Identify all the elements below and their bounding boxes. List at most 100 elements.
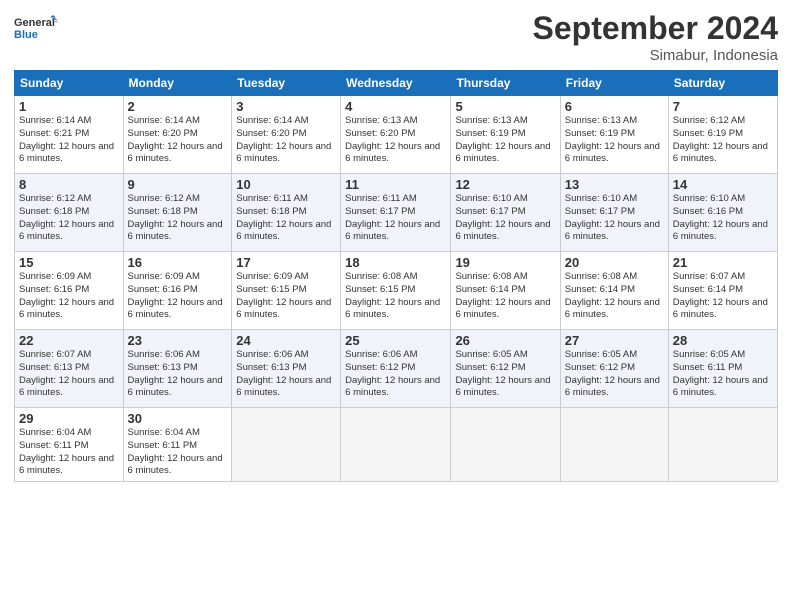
header: General Blue September 2024 Simabur, Ind… — [14, 10, 778, 64]
day-number: 19 — [455, 255, 555, 270]
day-number: 2 — [128, 99, 228, 114]
logo: General Blue — [14, 10, 59, 50]
day-number: 24 — [236, 333, 336, 348]
day-info: Sunrise: 6:13 AMSunset: 6:20 PMDaylight:… — [345, 115, 440, 164]
table-row: 18 Sunrise: 6:08 AMSunset: 6:15 PMDaylig… — [341, 252, 451, 330]
calendar-row: 1 Sunrise: 6:14 AMSunset: 6:21 PMDayligh… — [15, 96, 778, 174]
day-info: Sunrise: 6:10 AMSunset: 6:17 PMDaylight:… — [455, 193, 550, 242]
day-number: 26 — [455, 333, 555, 348]
day-info: Sunrise: 6:04 AMSunset: 6:11 PMDaylight:… — [19, 427, 114, 476]
day-info: Sunrise: 6:09 AMSunset: 6:16 PMDaylight:… — [19, 271, 114, 320]
table-row: 11 Sunrise: 6:11 AMSunset: 6:17 PMDaylig… — [341, 174, 451, 252]
table-row — [232, 408, 341, 482]
day-info: Sunrise: 6:08 AMSunset: 6:14 PMDaylight:… — [565, 271, 660, 320]
day-info: Sunrise: 6:09 AMSunset: 6:15 PMDaylight:… — [236, 271, 331, 320]
day-number: 9 — [128, 177, 228, 192]
table-row: 13 Sunrise: 6:10 AMSunset: 6:17 PMDaylig… — [560, 174, 668, 252]
day-number: 15 — [19, 255, 119, 270]
calendar-row: 22 Sunrise: 6:07 AMSunset: 6:13 PMDaylig… — [15, 330, 778, 408]
day-info: Sunrise: 6:05 AMSunset: 6:12 PMDaylight:… — [565, 349, 660, 398]
title-block: September 2024 Simabur, Indonesia — [533, 10, 778, 64]
calendar-body: 1 Sunrise: 6:14 AMSunset: 6:21 PMDayligh… — [15, 96, 778, 482]
calendar-table: Sunday Monday Tuesday Wednesday Thursday… — [14, 70, 778, 482]
table-row — [668, 408, 777, 482]
day-info: Sunrise: 6:08 AMSunset: 6:15 PMDaylight:… — [345, 271, 440, 320]
day-number: 13 — [565, 177, 664, 192]
table-row: 7 Sunrise: 6:12 AMSunset: 6:19 PMDayligh… — [668, 96, 777, 174]
day-info: Sunrise: 6:12 AMSunset: 6:19 PMDaylight:… — [673, 115, 768, 164]
day-number: 10 — [236, 177, 336, 192]
day-info: Sunrise: 6:04 AMSunset: 6:11 PMDaylight:… — [128, 427, 223, 476]
table-row: 25 Sunrise: 6:06 AMSunset: 6:12 PMDaylig… — [341, 330, 451, 408]
day-number: 23 — [128, 333, 228, 348]
table-row: 5 Sunrise: 6:13 AMSunset: 6:19 PMDayligh… — [451, 96, 560, 174]
day-number: 5 — [455, 99, 555, 114]
day-number: 25 — [345, 333, 446, 348]
table-row: 26 Sunrise: 6:05 AMSunset: 6:12 PMDaylig… — [451, 330, 560, 408]
day-info: Sunrise: 6:14 AMSunset: 6:20 PMDaylight:… — [236, 115, 331, 164]
location-subtitle: Simabur, Indonesia — [533, 47, 778, 64]
day-info: Sunrise: 6:08 AMSunset: 6:14 PMDaylight:… — [455, 271, 550, 320]
day-number: 28 — [673, 333, 773, 348]
day-info: Sunrise: 6:09 AMSunset: 6:16 PMDaylight:… — [128, 271, 223, 320]
table-row — [341, 408, 451, 482]
day-number: 22 — [19, 333, 119, 348]
col-sunday: Sunday — [15, 71, 124, 96]
day-number: 11 — [345, 177, 446, 192]
day-info: Sunrise: 6:07 AMSunset: 6:14 PMDaylight:… — [673, 271, 768, 320]
day-info: Sunrise: 6:06 AMSunset: 6:13 PMDaylight:… — [128, 349, 223, 398]
day-info: Sunrise: 6:11 AMSunset: 6:17 PMDaylight:… — [345, 193, 440, 242]
svg-text:Blue: Blue — [14, 29, 38, 41]
day-info: Sunrise: 6:05 AMSunset: 6:12 PMDaylight:… — [455, 349, 550, 398]
table-row: 20 Sunrise: 6:08 AMSunset: 6:14 PMDaylig… — [560, 252, 668, 330]
day-number: 8 — [19, 177, 119, 192]
day-number: 16 — [128, 255, 228, 270]
day-number: 1 — [19, 99, 119, 114]
table-row: 10 Sunrise: 6:11 AMSunset: 6:18 PMDaylig… — [232, 174, 341, 252]
table-row: 14 Sunrise: 6:10 AMSunset: 6:16 PMDaylig… — [668, 174, 777, 252]
day-number: 6 — [565, 99, 664, 114]
table-row: 22 Sunrise: 6:07 AMSunset: 6:13 PMDaylig… — [15, 330, 124, 408]
day-info: Sunrise: 6:05 AMSunset: 6:11 PMDaylight:… — [673, 349, 768, 398]
day-info: Sunrise: 6:13 AMSunset: 6:19 PMDaylight:… — [455, 115, 550, 164]
day-number: 29 — [19, 411, 119, 426]
table-row: 17 Sunrise: 6:09 AMSunset: 6:15 PMDaylig… — [232, 252, 341, 330]
table-row: 28 Sunrise: 6:05 AMSunset: 6:11 PMDaylig… — [668, 330, 777, 408]
table-row: 15 Sunrise: 6:09 AMSunset: 6:16 PMDaylig… — [15, 252, 124, 330]
table-row: 16 Sunrise: 6:09 AMSunset: 6:16 PMDaylig… — [123, 252, 232, 330]
table-row: 19 Sunrise: 6:08 AMSunset: 6:14 PMDaylig… — [451, 252, 560, 330]
day-info: Sunrise: 6:10 AMSunset: 6:17 PMDaylight:… — [565, 193, 660, 242]
col-saturday: Saturday — [668, 71, 777, 96]
header-row: Sunday Monday Tuesday Wednesday Thursday… — [15, 71, 778, 96]
day-number: 3 — [236, 99, 336, 114]
col-friday: Friday — [560, 71, 668, 96]
day-number: 27 — [565, 333, 664, 348]
day-number: 20 — [565, 255, 664, 270]
table-row: 4 Sunrise: 6:13 AMSunset: 6:20 PMDayligh… — [341, 96, 451, 174]
day-info: Sunrise: 6:10 AMSunset: 6:16 PMDaylight:… — [673, 193, 768, 242]
day-number: 17 — [236, 255, 336, 270]
day-number: 12 — [455, 177, 555, 192]
day-number: 7 — [673, 99, 773, 114]
table-row: 29 Sunrise: 6:04 AMSunset: 6:11 PMDaylig… — [15, 408, 124, 482]
table-row — [560, 408, 668, 482]
col-thursday: Thursday — [451, 71, 560, 96]
day-number: 18 — [345, 255, 446, 270]
table-row: 21 Sunrise: 6:07 AMSunset: 6:14 PMDaylig… — [668, 252, 777, 330]
main-container: General Blue September 2024 Simabur, Ind… — [0, 0, 792, 492]
logo-svg: General Blue — [14, 10, 59, 50]
day-number: 14 — [673, 177, 773, 192]
col-tuesday: Tuesday — [232, 71, 341, 96]
table-row: 24 Sunrise: 6:06 AMSunset: 6:13 PMDaylig… — [232, 330, 341, 408]
table-row: 12 Sunrise: 6:10 AMSunset: 6:17 PMDaylig… — [451, 174, 560, 252]
table-row: 27 Sunrise: 6:05 AMSunset: 6:12 PMDaylig… — [560, 330, 668, 408]
day-info: Sunrise: 6:07 AMSunset: 6:13 PMDaylight:… — [19, 349, 114, 398]
day-info: Sunrise: 6:14 AMSunset: 6:21 PMDaylight:… — [19, 115, 114, 164]
day-info: Sunrise: 6:06 AMSunset: 6:12 PMDaylight:… — [345, 349, 440, 398]
table-row: 3 Sunrise: 6:14 AMSunset: 6:20 PMDayligh… — [232, 96, 341, 174]
day-info: Sunrise: 6:14 AMSunset: 6:20 PMDaylight:… — [128, 115, 223, 164]
col-monday: Monday — [123, 71, 232, 96]
table-row: 30 Sunrise: 6:04 AMSunset: 6:11 PMDaylig… — [123, 408, 232, 482]
calendar-row: 15 Sunrise: 6:09 AMSunset: 6:16 PMDaylig… — [15, 252, 778, 330]
day-number: 4 — [345, 99, 446, 114]
